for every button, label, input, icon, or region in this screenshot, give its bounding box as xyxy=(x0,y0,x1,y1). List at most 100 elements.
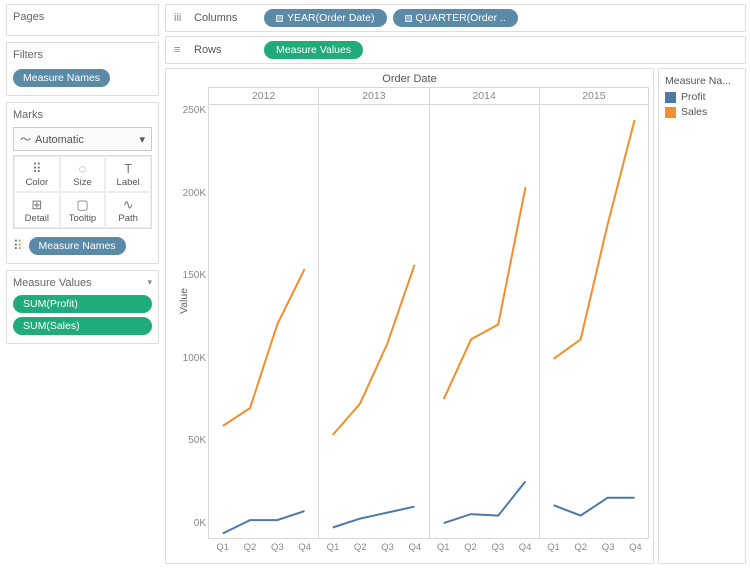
chart-panel: 2013 Q1 Q2 Q3 Q4 xyxy=(318,87,428,553)
marks-pill-measure-names[interactable]: Measure Names xyxy=(29,237,126,255)
tooltip-icon: ▢ xyxy=(61,197,105,213)
legend-swatch xyxy=(665,92,676,103)
x-tick-label: Q3 xyxy=(602,542,615,553)
line-icon: 〜 xyxy=(20,134,31,146)
legend-item-sales[interactable]: Sales xyxy=(665,106,739,118)
mv-pill-sum-profit[interactable]: SUM(Profit) xyxy=(13,295,152,313)
color-icon: ⠿ xyxy=(15,161,59,177)
chart-panel: 2012 Q1 Q2 Q3 Q4 xyxy=(208,87,318,553)
series-line-sales xyxy=(223,269,305,426)
x-tick-label: Q2 xyxy=(244,542,257,553)
detail-icon: ⊞ xyxy=(15,197,59,213)
series-line-profit xyxy=(223,511,305,533)
rows-icon: ≡ xyxy=(174,44,188,56)
app-root: Pages Filters Measure Names Marks 〜 Autom… xyxy=(0,0,750,568)
chart-panels: Value 250K 200K 150K 100K 50K 0K 2012 xyxy=(170,87,649,553)
panel-header: 2012 xyxy=(208,87,318,105)
series-line-profit xyxy=(333,507,415,528)
measure-values-title[interactable]: Measure Values xyxy=(13,277,152,289)
x-tick-label: Q3 xyxy=(381,542,394,553)
x-tick-label: Q3 xyxy=(491,542,504,553)
legend-label: Profit xyxy=(681,91,706,103)
rows-label: Rows xyxy=(194,44,264,56)
plot-area[interactable] xyxy=(318,105,428,539)
chevron-down-icon: ▾ xyxy=(139,133,145,146)
series-line-profit xyxy=(553,498,634,516)
marks-grid: ⠿Color ◌Size TLabel ⊞Detail ▢Tooltip ∿Pa… xyxy=(13,155,152,229)
marks-tooltip-button[interactable]: ▢Tooltip xyxy=(60,192,106,228)
columns-icon: iii xyxy=(174,12,188,24)
columns-shelf[interactable]: iii Columns YEAR(Order Date) QUARTER(Ord… xyxy=(165,4,746,32)
plot-area[interactable] xyxy=(429,105,539,539)
col-pill-quarter[interactable]: QUARTER(Order .. xyxy=(393,9,518,27)
chart-area[interactable]: Order Date Value 250K 200K 150K 100K 50K… xyxy=(165,68,654,564)
marks-color-encoding-row[interactable]: ⠿ Measure Names xyxy=(13,235,152,257)
y-axis-ticks: 250K 200K 150K 100K 50K 0K xyxy=(183,105,206,529)
measure-values-panel: Measure Values SUM(Profit) SUM(Sales) xyxy=(6,270,159,344)
series-line-profit xyxy=(443,481,525,523)
chart-panel: 2015 Q1 Q2 Q3 Q4 xyxy=(539,87,649,553)
legend-label: Sales xyxy=(681,106,707,118)
plot-area[interactable] xyxy=(539,105,649,539)
x-tick-label: Q2 xyxy=(354,542,367,553)
series-line-sales xyxy=(333,265,415,435)
size-icon: ◌ xyxy=(61,161,105,177)
series-line-sales xyxy=(443,187,525,399)
x-tick-label: Q4 xyxy=(298,542,311,553)
rows-shelf[interactable]: ≡ Rows Measure Values xyxy=(165,36,746,64)
filters-panel[interactable]: Filters Measure Names xyxy=(6,42,159,96)
x-tick-label: Q1 xyxy=(437,542,450,553)
line-chart-svg xyxy=(209,105,318,538)
discrete-icon xyxy=(276,15,283,22)
panel-header: 2013 xyxy=(318,87,428,105)
x-tick-label: Q2 xyxy=(464,542,477,553)
x-tick-label: Q1 xyxy=(216,542,229,553)
filters-title: Filters xyxy=(13,49,152,61)
line-chart-svg xyxy=(430,105,539,538)
marks-path-button[interactable]: ∿Path xyxy=(105,192,151,228)
marks-label-button[interactable]: TLabel xyxy=(105,156,151,192)
label-icon: T xyxy=(106,161,150,177)
line-chart-svg xyxy=(540,105,648,538)
x-tick-label: Q4 xyxy=(629,542,642,553)
marks-type-label: Automatic xyxy=(35,134,84,146)
x-tick-label: Q3 xyxy=(271,542,284,553)
plot-area[interactable] xyxy=(208,105,318,539)
color-dots-icon: ⠿ xyxy=(13,238,23,254)
panel-header: 2014 xyxy=(429,87,539,105)
legend-item-profit[interactable]: Profit xyxy=(665,91,739,103)
x-axis: Q1 Q2 Q3 Q4 xyxy=(539,539,649,553)
x-tick-label: Q2 xyxy=(574,542,587,553)
legend-swatch xyxy=(665,107,676,118)
x-tick-label: Q4 xyxy=(519,542,532,553)
path-icon: ∿ xyxy=(106,197,150,213)
panel-header: 2015 xyxy=(539,87,649,105)
x-axis: Q1 Q2 Q3 Q4 xyxy=(318,539,428,553)
pages-panel[interactable]: Pages xyxy=(6,4,159,36)
marks-size-button[interactable]: ◌Size xyxy=(60,156,106,192)
row-pill-measure-values[interactable]: Measure Values xyxy=(264,41,363,59)
marks-title: Marks xyxy=(13,109,152,121)
x-tick-label: Q1 xyxy=(327,542,340,553)
discrete-icon xyxy=(405,15,412,22)
right-area: iii Columns YEAR(Order Date) QUARTER(Ord… xyxy=(165,0,750,568)
chart-title: Order Date xyxy=(170,73,649,85)
legend-panel[interactable]: Measure Na... Profit Sales xyxy=(658,68,746,564)
pages-title: Pages xyxy=(13,11,152,23)
chart-panel: 2014 Q1 Q2 Q3 Q4 xyxy=(429,87,539,553)
marks-detail-button[interactable]: ⊞Detail xyxy=(14,192,60,228)
series-line-sales xyxy=(553,120,634,359)
x-tick-label: Q1 xyxy=(547,542,560,553)
mv-pill-sum-sales[interactable]: SUM(Sales) xyxy=(13,317,152,335)
marks-color-button[interactable]: ⠿Color xyxy=(14,156,60,192)
marks-panel: Marks 〜 Automatic ▾ ⠿Color ◌Size TLabel ⊞… xyxy=(6,102,159,264)
line-chart-svg xyxy=(319,105,428,538)
columns-label: Columns xyxy=(194,12,264,24)
y-axis: Value 250K 200K 150K 100K 50K 0K xyxy=(170,87,208,553)
legend-title: Measure Na... xyxy=(665,75,739,87)
marks-type-selector[interactable]: 〜 Automatic ▾ xyxy=(13,127,152,151)
viz-row: Order Date Value 250K 200K 150K 100K 50K… xyxy=(165,68,746,564)
filter-pill-measure-names[interactable]: Measure Names xyxy=(13,69,110,87)
x-tick-label: Q4 xyxy=(409,542,422,553)
col-pill-year[interactable]: YEAR(Order Date) xyxy=(264,9,387,27)
